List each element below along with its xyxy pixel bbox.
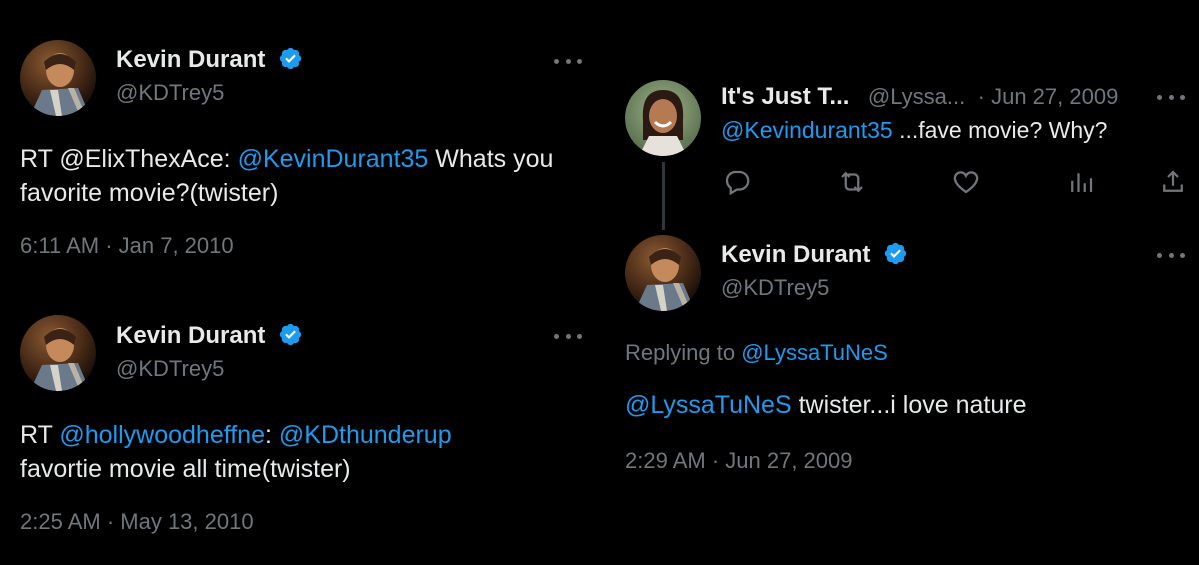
- mention-link[interactable]: @hollywoodheffne: [59, 421, 265, 449]
- verified-badge-icon: [279, 47, 302, 70]
- more-options-icon[interactable]: [1157, 250, 1185, 260]
- tweet-text: @Kevindurant35 ...fave movie? Why?: [721, 117, 1108, 143]
- mention-link[interactable]: @Kevindurant35: [721, 117, 893, 143]
- author-name[interactable]: It's Just T...: [721, 83, 849, 110]
- tweet-text: RT @hollywoodheffne: @KDthunderup favorti…: [20, 421, 452, 483]
- tweet-timestamp[interactable]: 2:29 AM · Jun 27, 2009: [625, 448, 853, 474]
- avatar[interactable]: [20, 40, 96, 116]
- more-options-icon[interactable]: [554, 56, 582, 66]
- reply-icon[interactable]: [722, 167, 752, 197]
- verified-badge-icon: [884, 242, 907, 265]
- tweet-text: @LyssaTuNeS twister...i love nature: [625, 391, 1027, 419]
- author-handle[interactable]: @Lyssa...: [868, 84, 965, 109]
- avatar[interactable]: [625, 235, 701, 311]
- retweet-icon[interactable]: [837, 167, 867, 197]
- more-options-icon[interactable]: [554, 331, 582, 341]
- mention-link[interactable]: @LyssaTuNeS: [625, 391, 792, 419]
- thread-connector: [662, 162, 665, 230]
- avatar[interactable]: [20, 315, 96, 391]
- more-options-icon[interactable]: [1157, 92, 1185, 102]
- tweet-timestamp[interactable]: 2:25 AM · May 13, 2010: [20, 509, 254, 535]
- tweet-date[interactable]: · Jun 27, 2009: [978, 84, 1119, 109]
- tweet-timestamp[interactable]: 6:11 AM · Jan 7, 2010: [20, 233, 234, 259]
- author-name[interactable]: Kevin Durant: [116, 322, 303, 350]
- author-handle[interactable]: @KDTrey5: [116, 80, 224, 106]
- like-icon[interactable]: [951, 167, 981, 197]
- author-name[interactable]: Kevin Durant: [116, 46, 303, 74]
- share-icon[interactable]: [1158, 167, 1188, 197]
- author-handle[interactable]: @KDTrey5: [116, 356, 224, 382]
- mention-link[interactable]: @KevinDurant35: [238, 145, 429, 173]
- verified-badge-icon: [279, 323, 302, 346]
- mention-link[interactable]: @KDthunderup: [279, 421, 452, 449]
- tweet-header: It's Just T... @Lyssa... · Jun 27, 2009: [721, 83, 1118, 111]
- views-icon[interactable]: [1066, 167, 1096, 197]
- replying-to: Replying to @LyssaTuNeS: [625, 340, 888, 365]
- author-handle[interactable]: @KDTrey5: [721, 275, 829, 301]
- author-name[interactable]: Kevin Durant: [721, 241, 908, 269]
- tweet-text: RT @ElixThexAce: @KevinDurant35 Whats yo…: [20, 145, 554, 207]
- mention-link[interactable]: @LyssaTuNeS: [741, 340, 888, 365]
- avatar[interactable]: [625, 80, 701, 156]
